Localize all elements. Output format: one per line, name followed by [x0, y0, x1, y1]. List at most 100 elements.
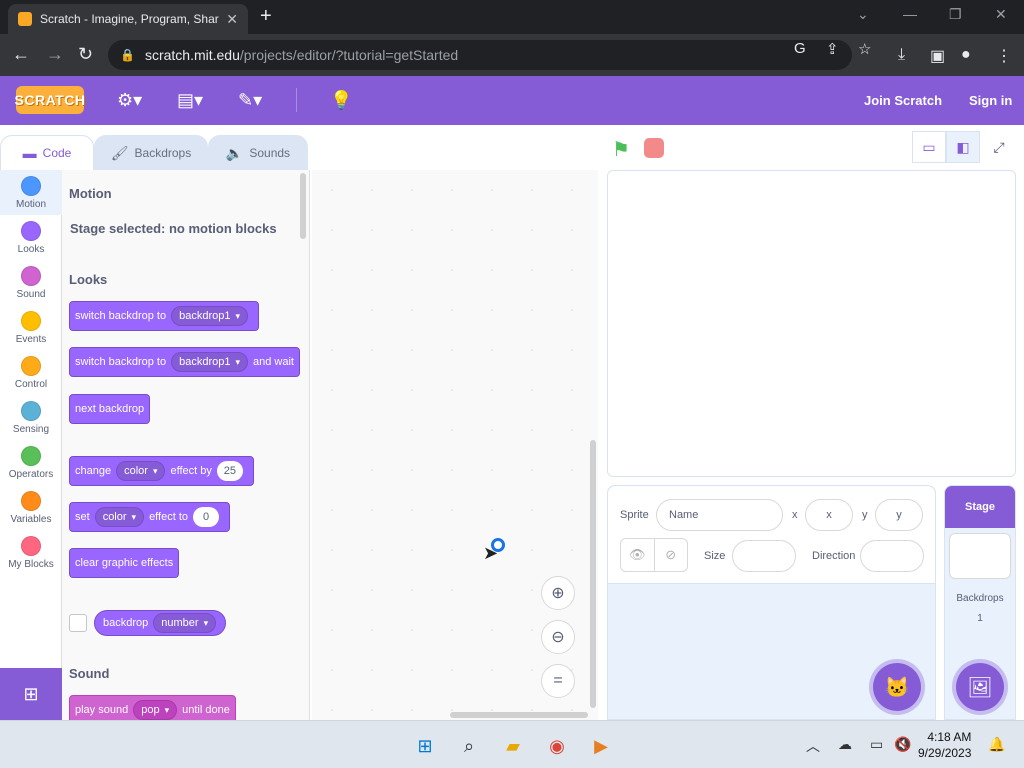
sprite-name-field[interactable]: Name — [656, 499, 783, 531]
normal-stage-button[interactable]: ◧ — [946, 131, 980, 163]
file-menu-icon[interactable]: ▤▾ — [177, 90, 203, 111]
next-backdrop-block[interactable]: next backdrop — [69, 394, 151, 424]
edit-pencil-icon[interactable]: ✎▾ — [238, 90, 262, 111]
green-flag-icon[interactable]: ⚑ — [612, 137, 630, 162]
size-field[interactable] — [732, 540, 796, 572]
backdrop-dropdown[interactable]: backdrop1 — [171, 352, 249, 372]
restore-icon[interactable]: ❐ — [949, 6, 962, 23]
x-field[interactable]: x — [805, 499, 853, 531]
palette-scrollbar[interactable] — [300, 173, 306, 239]
switch-backdrop-block[interactable]: switch backdrop to backdrop1 — [69, 301, 260, 331]
file-explorer-icon[interactable]: ▰ — [500, 733, 526, 759]
block-text: play sound — [75, 704, 129, 716]
close-tab-icon[interactable]: ✕ — [226, 11, 238, 28]
backdrop-monitor-checkbox[interactable] — [69, 614, 87, 632]
tab-backdrops[interactable]: 🖌 Backdrops — [94, 135, 208, 170]
show-hidden-icons-chevron-icon[interactable]: ︿ — [806, 736, 820, 756]
category-variables[interactable]: Variables — [0, 485, 62, 530]
windows-start-icon[interactable]: ⊞ — [412, 733, 438, 759]
menu-kebab-icon[interactable]: ⋮ — [996, 46, 1012, 66]
zoom-reset-icon[interactable]: = — [541, 664, 575, 698]
reload-icon[interactable]: ↻ — [78, 44, 93, 65]
sound-dropdown[interactable]: pop — [133, 700, 178, 720]
back-icon[interactable]: ← — [12, 44, 30, 65]
chrome-icon[interactable]: ◉ — [544, 733, 570, 759]
category-operators[interactable]: Operators — [0, 440, 62, 485]
forward-icon[interactable]: → — [46, 44, 64, 65]
tutorials-lightbulb-icon[interactable]: 💡 — [330, 90, 352, 111]
stage-thumbnail[interactable] — [949, 533, 1011, 579]
system-clock[interactable]: 4:18 AM 9/29/2023 — [918, 729, 971, 761]
category-sensing[interactable]: Sensing — [0, 395, 62, 440]
tab-sounds[interactable]: 🔈 Sounds — [208, 135, 308, 170]
zoom-out-icon[interactable]: ⊖ — [541, 620, 575, 654]
bookmark-star-icon[interactable]: ☆ — [858, 40, 871, 58]
tab-title: Scratch - Imagine, Program, Shar — [40, 12, 219, 26]
tab-search-icon[interactable]: ⌄ — [857, 6, 869, 23]
cloud-icon[interactable]: ☁ — [838, 736, 852, 753]
loading-spinner-icon — [491, 538, 505, 552]
stage-canvas[interactable] — [607, 170, 1016, 477]
variables-dot-icon — [21, 491, 41, 511]
category-sound[interactable]: Sound — [0, 260, 62, 305]
workspace-horizontal-scrollbar[interactable] — [450, 712, 588, 718]
effect-dropdown[interactable]: color — [116, 461, 166, 481]
number-dropdown[interactable]: number — [153, 613, 217, 633]
category-events[interactable]: Events — [0, 305, 62, 350]
address-bar[interactable]: 🔒 scratch.mit.edu /projects/editor/?tuto… — [108, 40, 852, 70]
clear-graphic-effects-block[interactable]: clear graphic effects — [69, 548, 180, 578]
share-icon[interactable]: ⇪ — [826, 40, 839, 58]
play-sound-until-done-block[interactable]: play sound pop until done — [69, 695, 236, 720]
network-icon[interactable]: ▭ — [870, 736, 883, 753]
backdrop-dropdown[interactable]: backdrop1 — [171, 306, 249, 326]
effect-by-input[interactable]: 25 — [216, 461, 243, 481]
join-scratch-link[interactable]: Join Scratch — [864, 93, 942, 108]
download-icon[interactable]: ⤓ — [898, 46, 905, 64]
new-tab-button[interactable]: + — [260, 5, 272, 28]
tab-code[interactable]: ▬ Code — [0, 135, 94, 170]
show-eye-icon[interactable]: 👁 — [621, 539, 655, 571]
choose-sprite-button[interactable]: 🐱 — [873, 663, 921, 711]
scratch-logo[interactable]: SCRATCH — [15, 86, 85, 114]
sign-in-link[interactable]: Sign in — [969, 93, 1012, 108]
category-looks[interactable]: Looks — [0, 215, 62, 260]
workspace-vertical-scrollbar[interactable] — [590, 440, 596, 708]
add-extension-button[interactable]: ⊞ — [0, 668, 62, 720]
choose-backdrop-button[interactable]: 🖼 — [956, 663, 1004, 711]
block-text: change — [75, 465, 112, 477]
stage-no-motion-note: Stage selected: no motion blocks — [70, 221, 277, 236]
control-dot-icon — [21, 356, 41, 376]
category-motion[interactable]: Motion — [0, 170, 62, 215]
effect-to-input[interactable]: 0 — [193, 507, 219, 527]
notification-bell-icon[interactable]: 🔔 — [988, 736, 1005, 753]
close-window-icon[interactable]: ✕ — [995, 6, 1007, 23]
backdrop-number-reporter[interactable]: backdrop number — [94, 610, 227, 636]
side-panel-icon[interactable]: ▣ — [930, 46, 945, 66]
effect-dropdown[interactable]: color — [94, 507, 145, 527]
switch-backdrop-wait-block[interactable]: switch backdrop to backdrop1 and wait — [69, 347, 300, 377]
stop-sign-icon[interactable] — [644, 138, 664, 158]
media-app-icon[interactable]: ▶ — [588, 733, 614, 759]
fullscreen-button[interactable]: ⤢ — [982, 131, 1016, 163]
browser-tab[interactable]: Scratch - Imagine, Program, Shar ✕ — [8, 4, 248, 34]
small-stage-button[interactable]: ▭ — [912, 131, 946, 163]
google-icon[interactable]: G — [794, 40, 806, 57]
category-label: Variables — [10, 514, 52, 525]
hide-eye-icon[interactable]: ⊘ — [655, 539, 688, 571]
volume-muted-icon[interactable]: 🔇 — [894, 736, 911, 753]
scratch-menubar: SCRATCH ⚙▾ ▤▾ ✎▾ 💡 Join Scratch Sign in — [0, 76, 1024, 125]
profile-icon[interactable]: ● — [961, 46, 971, 64]
direction-field[interactable] — [860, 540, 924, 572]
looks-section-title: Looks — [69, 272, 108, 287]
windows-taskbar: ⊞ ⌕ ▰ ◉ ▶ ︿ ☁ ▭ 🔇 4:18 AM 9/29/2023 🔔 — [0, 720, 1024, 768]
category-control[interactable]: Control — [0, 350, 62, 395]
y-field[interactable]: y — [875, 499, 923, 531]
change-effect-block[interactable]: change color effect by 25 — [69, 456, 254, 486]
minimize-icon[interactable]: — — [903, 6, 917, 22]
category-label: Operators — [8, 469, 54, 480]
set-effect-block[interactable]: set color effect to 0 — [69, 502, 230, 532]
settings-gear-icon[interactable]: ⚙▾ — [117, 90, 142, 111]
search-icon[interactable]: ⌕ — [456, 733, 482, 759]
zoom-in-icon[interactable]: ⊕ — [541, 576, 575, 610]
category-my-blocks[interactable]: My Blocks — [0, 530, 62, 575]
